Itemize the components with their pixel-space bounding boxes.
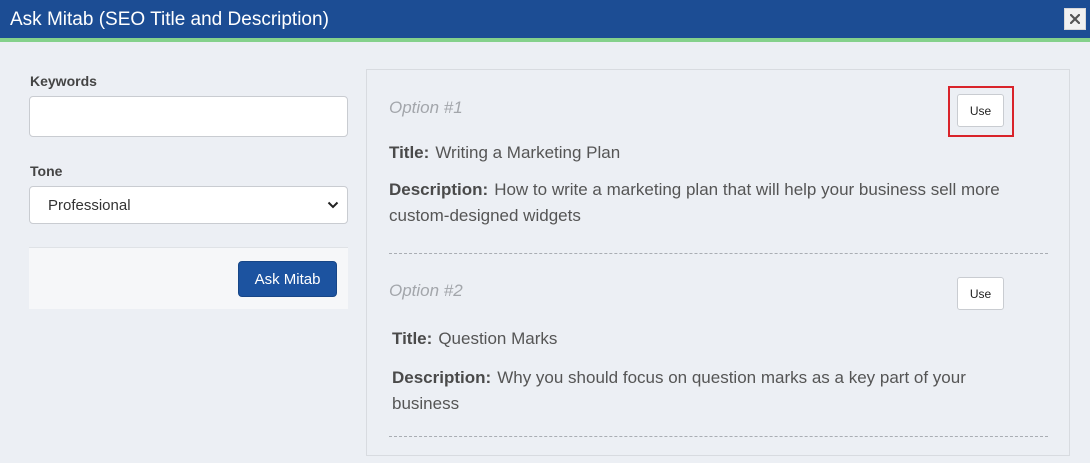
option-2-title-label: Title: <box>392 329 433 348</box>
keywords-label: Keywords <box>30 73 97 89</box>
dialog-title: Ask Mitab (SEO Title and Description) <box>10 9 329 30</box>
option-2-title: Title: Question Marks <box>392 326 557 352</box>
option-1-title-value: Writing a Marketing Plan <box>435 143 621 162</box>
option-2-use-button[interactable]: Use <box>957 277 1004 310</box>
dialog-header: Ask Mitab (SEO Title and Description) <box>0 0 1090 42</box>
option-divider <box>389 436 1048 437</box>
close-button[interactable] <box>1064 8 1086 30</box>
tone-label: Tone <box>30 163 63 179</box>
option-2-description-label: Description: <box>392 368 492 387</box>
option-2-label: Option #2 <box>389 281 463 300</box>
keywords-input[interactable] <box>29 96 348 137</box>
option-divider <box>389 253 1048 254</box>
results-panel: Option #1 Use Title: Writing a Marketing … <box>366 69 1070 456</box>
option-1-title: Title: Writing a Marketing Plan <box>389 140 620 166</box>
option-1-use-button[interactable]: Use <box>957 94 1004 127</box>
option-1-title-label: Title: <box>389 143 430 162</box>
option-1-description-label: Description: <box>389 180 489 199</box>
chevron-down-icon <box>327 201 339 209</box>
option-2-title-value: Question Marks <box>438 329 558 348</box>
tone-select[interactable]: Professional <box>29 186 348 224</box>
option-1-label: Option #1 <box>389 98 463 117</box>
option-2-description: Description: Why you should focus on ques… <box>392 365 1032 417</box>
close-icon <box>1070 14 1080 24</box>
option-1-description: Description: How to write a marketing pla… <box>389 177 1029 229</box>
ask-mitab-button[interactable]: Ask Mitab <box>238 261 337 297</box>
tone-selected-value: Professional <box>48 196 131 214</box>
form-actions: Ask Mitab <box>29 247 348 309</box>
